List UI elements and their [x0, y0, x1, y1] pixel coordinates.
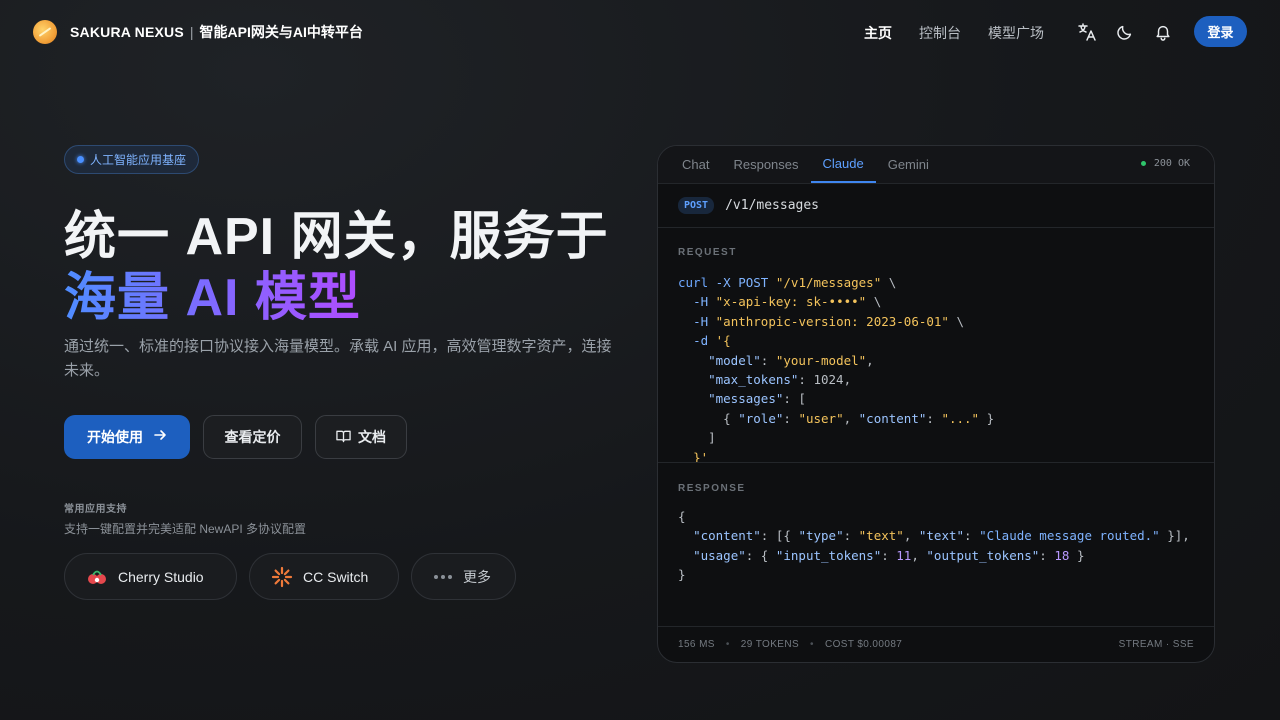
- view-pricing-button[interactable]: 查看定价: [203, 415, 302, 459]
- brand-tagline: 智能API网关与AI中转平台: [199, 24, 363, 40]
- badge-label: 人工智能应用基座: [90, 153, 187, 167]
- moon-icon[interactable]: [1115, 22, 1135, 42]
- support-description: 支持一键配置并完美适配 NewAPI 多协议配置: [64, 522, 307, 536]
- sunburst-icon: [271, 566, 293, 588]
- app-chip-cc-switch[interactable]: CC Switch: [249, 553, 399, 600]
- status-text: 200 OK: [1153, 158, 1190, 169]
- stream-mode: STREAM · SSE: [1118, 639, 1194, 650]
- protocol-tabs: Chat Responses Claude Gemini 200 OK: [658, 146, 1214, 184]
- response-status: 200 OK: [1140, 158, 1190, 169]
- nav-item-home[interactable]: 主页: [864, 23, 892, 43]
- brand-logo[interactable]: SAKURA NEXUS | 智能API网关与AI中转平台: [33, 20, 363, 44]
- book-icon: [336, 429, 351, 446]
- app-label-cc-switch: CC Switch: [303, 568, 369, 585]
- app-chip-cherry-studio[interactable]: Cherry Studio: [64, 553, 237, 600]
- tab-claude[interactable]: Claude: [810, 146, 876, 183]
- app-label-more: 更多: [463, 568, 491, 585]
- login-button[interactable]: 登录: [1194, 16, 1247, 47]
- more-dots-icon: [433, 574, 453, 580]
- get-started-label: 开始使用: [87, 429, 143, 445]
- latency-value: 156 MS: [678, 639, 715, 650]
- docs-button[interactable]: 文档: [315, 415, 407, 459]
- api-demo-panel: Chat Responses Claude Gemini 200 OK POST…: [657, 145, 1215, 663]
- token-count: 29 TOKENS: [740, 639, 800, 650]
- response-code: { "content": [{ "type": "text", "text": …: [678, 509, 1190, 583]
- hero-description: 通过统一、标准的接口协议接入海量模型。承载 AI 应用，高效管理数字资产，连接未…: [64, 338, 612, 379]
- tab-gemini[interactable]: Gemini: [876, 146, 941, 183]
- brand-separator: |: [189, 24, 194, 40]
- nav-item-console[interactable]: 控制台: [919, 23, 961, 43]
- tab-responses[interactable]: Responses: [721, 146, 810, 183]
- badge-dot-icon: [77, 156, 84, 163]
- top-nav: 主页 控制台 模型广场: [864, 23, 1071, 43]
- http-method-badge: POST: [678, 197, 715, 214]
- status-dot-icon: [1140, 161, 1146, 166]
- request-label: REQUEST: [678, 247, 737, 258]
- app-chip-more[interactable]: 更多: [411, 553, 516, 600]
- bell-icon[interactable]: [1153, 22, 1173, 42]
- category-badge: 人工智能应用基座: [64, 145, 200, 174]
- response-label: RESPONSE: [678, 483, 746, 494]
- request-code: curl -X POST "/v1/messages" \ -H "x-api-…: [678, 275, 995, 463]
- app-label-cherry: Cherry Studio: [118, 568, 204, 585]
- translate-icon[interactable]: [1077, 22, 1097, 42]
- response-section: RESPONSE { "content": [{ "type": "text",…: [658, 464, 1214, 585]
- cherry-icon: [86, 566, 108, 588]
- cost-value: COST $0.00087: [824, 639, 903, 650]
- arrow-right-icon: [153, 428, 167, 447]
- nav-item-model-square[interactable]: 模型广场: [988, 23, 1044, 43]
- footer-dot: •: [810, 639, 814, 650]
- hero-title-line2: 海量 AI 模型: [64, 255, 361, 330]
- brand-name: SAKURA NEXUS: [70, 24, 184, 40]
- request-section: REQUEST curl -X POST "/v1/messages" \ -H…: [658, 229, 1214, 463]
- endpoint-bar: POST /v1/messages: [658, 184, 1214, 228]
- docs-label: 文档: [358, 429, 386, 445]
- panel-footer: 156 MS • 29 TOKENS • COST $0.00087 STREA…: [658, 626, 1214, 662]
- footer-dot: •: [725, 639, 730, 650]
- tab-chat[interactable]: Chat: [658, 146, 721, 183]
- get-started-button[interactable]: 开始使用: [64, 415, 190, 459]
- orange-logo-icon: [33, 20, 57, 44]
- support-title: 常用应用支持: [64, 504, 127, 515]
- endpoint-path: /v1/messages: [725, 198, 820, 213]
